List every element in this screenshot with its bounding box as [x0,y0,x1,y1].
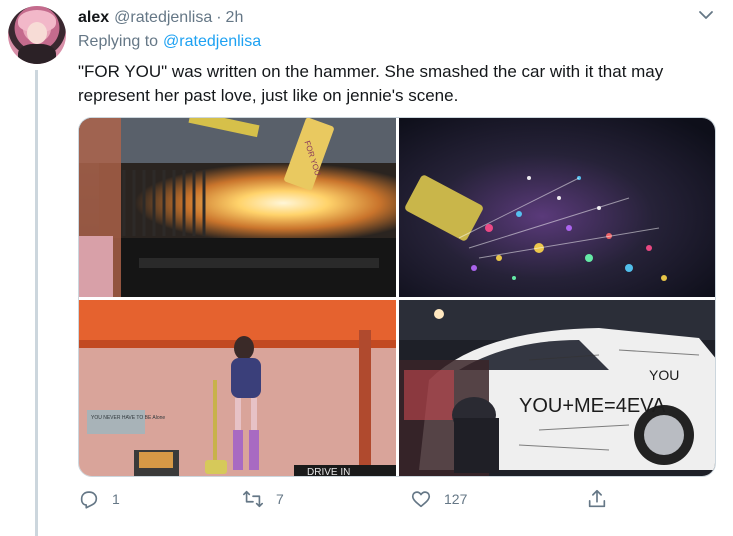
share-button[interactable] [586,488,608,510]
like-button[interactable]: 127 [410,488,467,510]
author-name[interactable]: alex [78,9,109,27]
tweet-actions: 1 7 127 [78,488,638,516]
drive-in-text: DRIVE IN [307,467,350,477]
retweet-icon [243,490,263,508]
tweet-text: "FOR YOU" was written on the hammer. She… [78,62,664,105]
heart-icon [411,491,431,508]
tweet[interactable]: alex @ratedjenlisa · 2h Replying to @rate… [0,0,733,536]
reply-button[interactable]: 1 [78,488,120,510]
graffiti-text-1: YOU+ME=4EVA [519,395,666,417]
replying-to-label: Replying to [78,33,159,50]
avatar-body [18,44,56,64]
header-separator: · [216,9,222,26]
like-count: 127 [444,491,468,507]
media-photo-4[interactable]: YOU+ME=4EVA YOU [399,300,715,476]
reply-icon [80,491,98,509]
chevron-down-icon[interactable] [697,8,715,22]
retweet-button[interactable]: 7 [242,488,284,510]
media-photo-2[interactable] [399,118,715,297]
graffiti-text-2: YOU [649,367,679,383]
retweet-count: 7 [276,491,284,507]
photo-3-sign: YOU NEVER HAVE TO BE Alone [91,415,165,421]
replying-to: Replying to @ratedjenlisa [78,33,261,51]
tweet-header: alex @ratedjenlisa · 2h [78,8,243,28]
tweet-timestamp[interactable]: 2h [226,9,244,27]
avatar-face [27,22,47,44]
replying-to-handle[interactable]: @ratedjenlisa [163,33,261,50]
media-photo-1[interactable]: FOR YOU [79,118,396,297]
avatar[interactable] [8,6,66,64]
author-handle[interactable]: @ratedjenlisa [114,9,212,27]
share-icon [588,489,606,508]
media-photo-3[interactable]: YOU NEVER HAVE TO BE Alone DRIVE IN [79,300,396,477]
reply-count: 1 [112,491,120,507]
media-grid: FOR YOU YOU NEVER HAVE TO BE Alone DRIVE… [78,117,716,477]
thread-line [35,70,38,536]
